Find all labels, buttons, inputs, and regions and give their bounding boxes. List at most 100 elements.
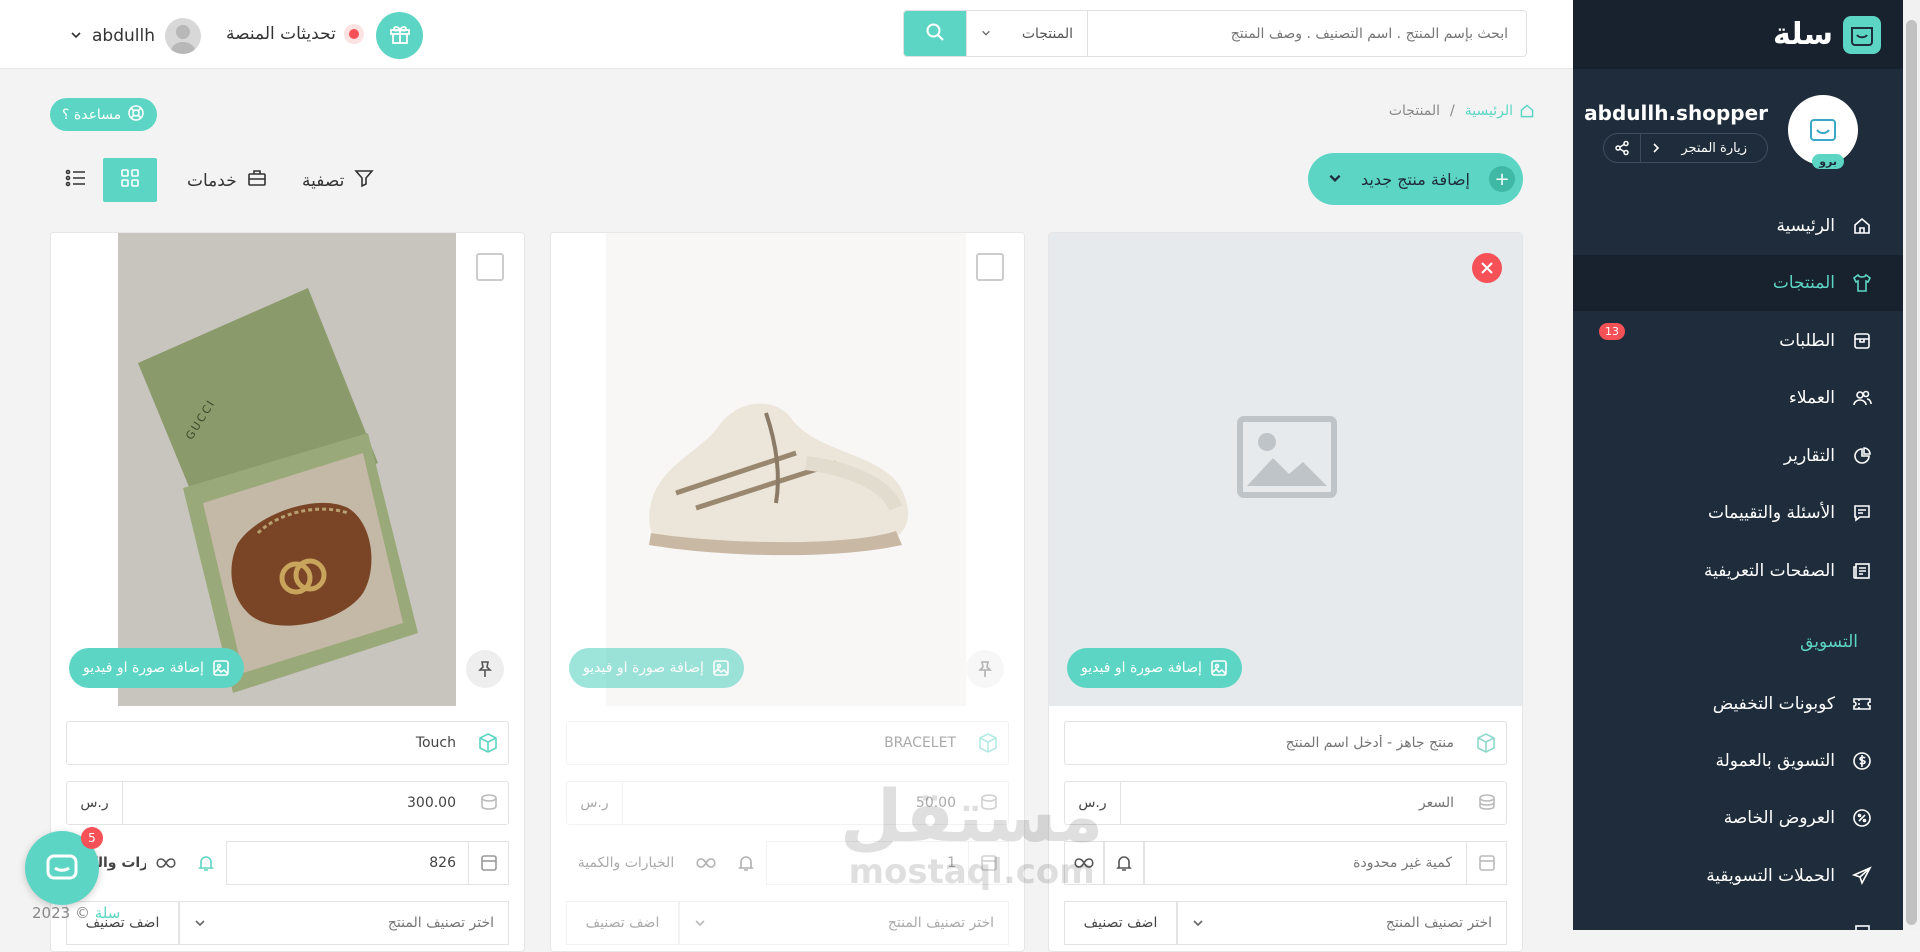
sidebar-item-coupons[interactable]: كوبونات التخفيض xyxy=(1573,676,1903,732)
add-media-button[interactable]: إضافة صورة او فيديو xyxy=(1067,648,1242,688)
watermark-line2: mostaql.com xyxy=(848,852,1095,892)
platform-updates[interactable]: تحديثات المنصة xyxy=(226,24,364,44)
store-avatar[interactable]: برو xyxy=(1788,95,1858,169)
sidebar-item-campaigns[interactable]: الحملات التسويقية xyxy=(1573,848,1903,904)
notify-button[interactable] xyxy=(1104,841,1144,885)
sidebar-item-more[interactable] xyxy=(1573,905,1903,930)
price-field[interactable]: ر.س 300.00 xyxy=(66,781,509,825)
product-media[interactable]: إضافة صورة او فيديو xyxy=(1049,233,1522,706)
services-label: خدمات xyxy=(187,170,237,191)
sidebar-item-affiliate[interactable]: التسويق بالعمولة xyxy=(1573,733,1903,789)
visit-store-button[interactable]: زيارة المتجر xyxy=(1640,134,1767,162)
product-name-field[interactable]: BRACELET xyxy=(566,721,1009,765)
sidebar-item-home[interactable]: الرئيسية xyxy=(1573,198,1903,254)
store-info: abdullh.shopper زيارة المتجر xyxy=(1584,95,1768,163)
quantity-field[interactable]: كمية غير محدودة xyxy=(1144,841,1467,885)
price-input[interactable] xyxy=(1121,782,1466,824)
gift-button[interactable] xyxy=(376,12,423,59)
product-media[interactable]: GUCCI إضافة صورة او فيديو xyxy=(51,233,524,706)
sidebar-item-label: المنتجات xyxy=(1772,273,1835,293)
sidebar: سلة abdullh.shopper زيارة المتجر برو الر… xyxy=(1573,0,1903,930)
box-icon xyxy=(1851,330,1873,352)
product-name-input[interactable] xyxy=(1065,722,1466,764)
grid-icon xyxy=(120,168,140,192)
scrollbar-thumb[interactable] xyxy=(1906,20,1917,925)
sidebar-item-reports[interactable]: التقارير xyxy=(1573,428,1903,484)
product-card-new: إضافة صورة او فيديو ر.س كمية غير محدودة … xyxy=(1048,232,1523,952)
chevron-down-icon xyxy=(70,26,82,46)
search-button[interactable] xyxy=(904,11,966,56)
sidebar-item-reviews[interactable]: الأسئلة والتقييمات xyxy=(1573,485,1903,541)
watermark: مستقل mostaql.com xyxy=(840,780,1103,892)
store-name: abdullh.shopper xyxy=(1584,101,1768,125)
chat-icon xyxy=(46,854,78,880)
category-row: اضف تصنيف اختر تصنيف المنتج xyxy=(566,901,1009,945)
notify-button[interactable] xyxy=(726,841,766,885)
add-product-button[interactable]: إضافة منتج جديد + xyxy=(1308,153,1523,205)
filter-icon xyxy=(354,168,375,193)
pin-icon xyxy=(978,661,992,677)
category-select[interactable]: اختر تصنيف المنتج xyxy=(1177,901,1507,945)
add-media-button[interactable]: إضافة صورة او فيديو xyxy=(569,648,744,688)
stock-box-icon xyxy=(469,841,509,885)
product-name-field[interactable] xyxy=(1064,721,1507,765)
price-field[interactable]: ر.س xyxy=(1064,781,1507,825)
pin-button[interactable] xyxy=(466,650,504,688)
chevron-down-icon[interactable] xyxy=(1328,170,1342,189)
sidebar-item-pages[interactable]: الصفحات التعريفية xyxy=(1573,543,1903,599)
help-button[interactable]: مساعدة ؟ xyxy=(50,98,158,131)
infinity-button[interactable] xyxy=(146,841,186,885)
close-icon xyxy=(1481,262,1493,274)
quantity-field[interactable]: 826 xyxy=(226,841,469,885)
chevron-down-icon xyxy=(981,26,991,42)
add-media-button[interactable]: إضافة صورة او فيديو xyxy=(69,648,244,688)
image-placeholder-icon xyxy=(1237,416,1337,502)
options-button[interactable]: الخيارات والكمية xyxy=(566,841,686,885)
select-checkbox[interactable] xyxy=(476,253,504,281)
search-icon xyxy=(925,22,945,46)
sidebar-item-orders[interactable]: 13 الطلبات xyxy=(1573,313,1903,369)
pin-icon xyxy=(478,661,492,677)
salla-logo-icon[interactable] xyxy=(1843,15,1881,54)
infinity-button[interactable] xyxy=(686,841,726,885)
list-view-button[interactable] xyxy=(62,166,90,194)
notification-dot-icon xyxy=(343,24,364,44)
shirt-icon xyxy=(1851,272,1873,294)
select-checkbox[interactable] xyxy=(976,253,1004,281)
store-actions: زيارة المتجر xyxy=(1603,133,1768,163)
remove-card-button[interactable] xyxy=(1472,253,1502,283)
breadcrumb-home[interactable]: الرئيسية xyxy=(1465,103,1535,119)
search-category-select[interactable]: المنتجات xyxy=(966,11,1088,56)
user-name: abdullh xyxy=(92,26,155,46)
help-label: مساعدة ؟ xyxy=(62,106,122,123)
category-placeholder: اختر تصنيف المنتج xyxy=(387,915,494,931)
avatar xyxy=(165,18,201,54)
add-category-label: اضف تصنيف xyxy=(1083,915,1158,931)
notify-button[interactable] xyxy=(186,841,226,885)
copyright-brand[interactable]: سلة xyxy=(95,904,121,922)
category-select[interactable]: اختر تصنيف المنتج xyxy=(179,901,509,945)
sidebar-item-products[interactable]: المنتجات xyxy=(1573,255,1903,311)
chat-button[interactable]: 5 xyxy=(25,827,103,905)
search-category-value: المنتجات xyxy=(1021,25,1073,42)
visit-store-label: زيارة المتجر xyxy=(1681,140,1747,156)
product-name-field[interactable]: Touch xyxy=(66,721,509,765)
add-media-label: إضافة صورة او فيديو xyxy=(1081,660,1202,676)
filter-button[interactable]: تصفية xyxy=(302,168,375,193)
add-media-label: إضافة صورة او فيديو xyxy=(83,660,204,676)
share-button[interactable] xyxy=(1604,134,1640,162)
grid-view-button[interactable] xyxy=(103,158,157,202)
chevron-left-icon xyxy=(1653,143,1660,153)
sidebar-item-customers[interactable]: العملاء xyxy=(1573,370,1903,426)
gift-icon xyxy=(388,22,412,50)
category-select[interactable]: اختر تصنيف المنتج xyxy=(679,901,1009,945)
watermark-line1: مستقل xyxy=(840,774,1104,858)
sidebar-item-special-offers[interactable]: العروض الخاصة xyxy=(1573,790,1903,846)
services-button[interactable]: خدمات xyxy=(187,168,267,193)
add-category-button[interactable]: اضف تصنيف xyxy=(566,901,679,945)
user-menu[interactable]: abdullh xyxy=(70,18,201,54)
pin-button[interactable] xyxy=(966,650,1004,688)
product-media[interactable]: إضافة صورة او فيديو xyxy=(551,233,1024,706)
search-input[interactable] xyxy=(1088,11,1526,56)
add-category-button[interactable]: اضف تصنيف xyxy=(1064,901,1177,945)
